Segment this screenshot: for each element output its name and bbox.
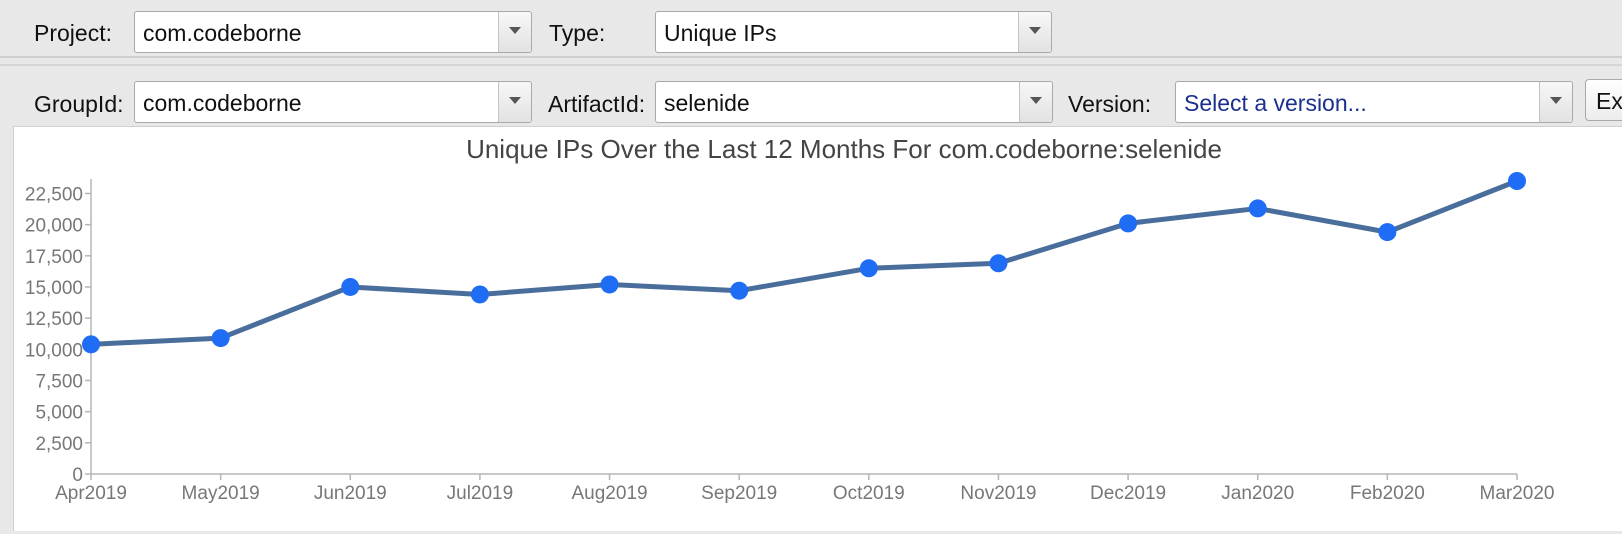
export-button-label: Ex [1596, 88, 1622, 114]
x-tick-label: Nov2019 [960, 483, 1036, 504]
x-tick-label: Jan2020 [1221, 483, 1294, 504]
x-tick-label: Dec2019 [1090, 483, 1166, 504]
x-tick-label: Aug2019 [572, 483, 648, 504]
version-placeholder: Select a version... [1184, 90, 1367, 116]
data-point [1248, 199, 1267, 218]
data-point [989, 254, 1008, 273]
data-point [341, 277, 360, 296]
y-tick-label: 12,500 [25, 309, 83, 330]
chart-title: Unique IPs Over the Last 12 Months For c… [466, 134, 1222, 164]
project-dropdown[interactable]: com.codeborne [134, 11, 532, 53]
data-point [1119, 214, 1138, 233]
y-tick-label: 5,000 [35, 403, 83, 424]
x-tick-label: Feb2020 [1350, 483, 1425, 504]
chevron-down-icon[interactable] [498, 82, 531, 122]
export-button[interactable]: Ex [1585, 79, 1622, 121]
data-point [1378, 223, 1397, 242]
x-tick-label: May2019 [182, 483, 260, 504]
project-label: Project: [34, 20, 112, 46]
toolbar-row-project: Project: com.codeborne Type: Unique IPs [0, 0, 1622, 58]
artifact-id-label: ArtifactId: [548, 91, 646, 117]
data-point [1508, 172, 1526, 190]
type-label: Type: [549, 20, 606, 46]
y-tick-label: 22,500 [25, 184, 83, 205]
artifact-id-value: selenide [664, 90, 750, 116]
group-id-value: com.codeborne [143, 90, 302, 116]
x-tick-label: Apr2019 [55, 483, 127, 504]
chart-panel: Unique IPs Over the Last 12 Months For c… [13, 126, 1622, 531]
artifact-id-dropdown[interactable]: selenide [655, 81, 1053, 123]
data-point [82, 335, 100, 354]
y-tick-label: 10,000 [25, 340, 83, 361]
line-chart: Unique IPs Over the Last 12 Months For c… [25, 134, 1555, 504]
chevron-down-icon[interactable] [1019, 82, 1052, 122]
chart-axes: 02,5005,0007,50010,00012,50015,00017,500… [25, 179, 1555, 504]
version-label: Version: [1068, 91, 1152, 117]
group-id-dropdown[interactable]: com.codeborne [134, 81, 532, 123]
y-tick-label: 2,500 [35, 434, 83, 455]
data-point [211, 329, 230, 348]
data-point [600, 275, 619, 294]
x-tick-label: Jul2019 [447, 483, 514, 504]
group-id-label: GroupId: [34, 91, 124, 117]
chart-series [82, 172, 1526, 354]
version-dropdown[interactable]: Select a version... [1175, 81, 1573, 123]
chevron-down-icon[interactable] [498, 12, 531, 52]
toolbar-row-artifact: GroupId: com.codeborne ArtifactId: selen… [0, 64, 1622, 128]
type-value: Unique IPs [664, 20, 777, 46]
x-tick-label: Oct2019 [833, 483, 905, 504]
data-point [730, 281, 749, 300]
y-tick-label: 17,500 [25, 247, 83, 268]
y-tick-label: 20,000 [25, 216, 83, 237]
type-dropdown[interactable]: Unique IPs [655, 11, 1052, 53]
y-tick-label: 15,000 [25, 278, 83, 299]
data-point [470, 285, 489, 304]
x-tick-label: Jun2019 [314, 483, 387, 504]
x-tick-label: Sep2019 [701, 483, 777, 504]
project-value: com.codeborne [143, 20, 302, 46]
x-tick-label: Mar2020 [1480, 483, 1555, 504]
y-tick-label: 7,500 [35, 371, 83, 392]
chevron-down-icon[interactable] [1018, 12, 1051, 52]
series-line [90, 178, 1518, 347]
chevron-down-icon[interactable] [1539, 82, 1572, 122]
data-point [859, 259, 878, 278]
